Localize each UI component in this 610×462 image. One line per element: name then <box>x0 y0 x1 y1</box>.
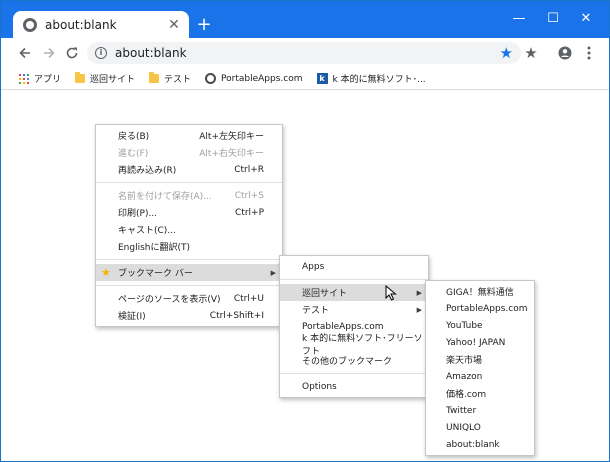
bookmark-apps[interactable]: アプリ <box>19 72 61 85</box>
folder-icon <box>75 72 86 83</box>
menu-item-translate[interactable]: Englishに翻訳(T) <box>96 238 282 255</box>
bookmark-folder-patrol[interactable]: 巡回サイト <box>75 72 135 85</box>
account-icon <box>558 46 572 60</box>
site-item[interactable]: Amazon <box>426 368 534 385</box>
tab-title: about:blank <box>45 17 117 32</box>
maximize-button[interactable]: ☐ <box>538 9 568 29</box>
site-item[interactable]: UNIQLO <box>426 419 534 436</box>
browser-window: about:blank ✕ + — ☐ ✕ i about:blank ★ ★ <box>0 0 610 462</box>
patrol-sites-submenu: GIGA！無料通信 PortableApps.com YouTube Yahoo… <box>425 280 535 456</box>
reload-icon <box>66 47 78 59</box>
menu-item-back[interactable]: 戻る(B) Alt+左矢印キー <box>96 127 282 144</box>
site-item[interactable]: 楽天市場 <box>426 351 534 368</box>
profile-button[interactable] <box>555 43 575 63</box>
info-icon[interactable]: i <box>95 47 107 59</box>
portableapps-icon <box>205 73 217 84</box>
bookmark-label: テスト <box>164 75 192 85</box>
forward-arrow-icon <box>44 47 55 59</box>
menu-item-print[interactable]: 印刷(P)... Ctrl+P <box>96 204 282 221</box>
menu-separator <box>96 182 282 183</box>
title-bar: about:blank ✕ + — ☐ ✕ <box>1 1 609 38</box>
submenu-arrow-icon: ▶ <box>416 288 422 297</box>
tab-about-blank[interactable]: about:blank ✕ <box>13 11 189 38</box>
url-text[interactable]: about:blank <box>115 46 500 60</box>
close-window-button[interactable]: ✕ <box>571 9 601 29</box>
back-arrow-icon <box>19 47 30 59</box>
menu-separator <box>280 279 428 280</box>
submenu-arrow-icon: ▶ <box>416 305 422 314</box>
minimize-button[interactable]: — <box>504 9 534 29</box>
bookmark-label: アプリ <box>34 75 62 85</box>
menu-item-bookmark-bar[interactable]: ★ ブックマーク バー ▶ <box>96 264 282 281</box>
site-item[interactable]: Twitter <box>426 402 534 419</box>
folder-icon <box>149 72 160 83</box>
submenu-item-other-bookmarks[interactable]: その他のブックマーク <box>280 352 428 369</box>
new-tab-button[interactable]: + <box>195 16 213 34</box>
menu-separator <box>280 373 428 374</box>
globe-icon <box>23 17 37 32</box>
tab-close-icon[interactable]: ✕ <box>165 16 183 34</box>
menu-button[interactable] <box>579 43 599 63</box>
submenu-item-test[interactable]: テスト ▶ <box>280 301 428 318</box>
menu-item-save-as[interactable]: 名前を付けて保存(A)... Ctrl+S <box>96 187 282 204</box>
menu-item-cast[interactable]: キャスト(C)... <box>96 221 282 238</box>
submenu-item-apps[interactable]: Apps <box>280 258 428 275</box>
site-item[interactable]: GIGA！無料通信 <box>426 283 534 300</box>
star-icon: ★ <box>101 266 111 279</box>
k-icon: k <box>316 73 328 84</box>
menu-separator <box>96 285 282 286</box>
apps-grid-icon <box>19 73 29 84</box>
reload-button[interactable] <box>62 43 82 63</box>
menu-item-forward[interactable]: 進む(F) Alt+右矢印キー <box>96 144 282 161</box>
submenu-arrow-icon: ▶ <box>270 268 276 277</box>
menu-item-inspect[interactable]: 検証(I) Ctrl+Shift+I <box>96 307 282 324</box>
bookmark-star-icon[interactable]: ★ <box>500 44 513 62</box>
extension-star-button[interactable]: ★ <box>521 43 541 63</box>
more-vert-icon <box>587 46 591 60</box>
bookmark-k-soft[interactable]: k k 本的に無料ソフト･... <box>316 72 426 85</box>
bookmark-portableapps[interactable]: PortableApps.com <box>205 73 303 84</box>
bookmark-label: PortableApps.com <box>221 73 303 84</box>
menu-item-view-source[interactable]: ページのソースを表示(V) Ctrl+U <box>96 290 282 307</box>
submenu-item-k-soft[interactable]: k 本的に無料ソフト･フリーソフト <box>280 334 428 357</box>
bookmark-bar-submenu: Apps 巡回サイト ▶ テスト ▶ PortableApps.com k 本的… <box>279 255 429 398</box>
submenu-item-options[interactable]: Options <box>280 378 428 395</box>
site-item[interactable]: PortableApps.com <box>426 300 534 317</box>
context-menu: 戻る(B) Alt+左矢印キー 進む(F) Alt+右矢印キー 再読み込み(R)… <box>95 124 283 327</box>
star-icon: ★ <box>524 44 538 62</box>
site-item[interactable]: 価格.com <box>426 385 534 402</box>
forward-button[interactable] <box>39 43 59 63</box>
menu-item-reload[interactable]: 再読み込み(R) Ctrl+R <box>96 161 282 178</box>
menu-separator <box>96 259 282 260</box>
mouse-cursor-icon <box>385 285 397 301</box>
bookmark-label: k 本的に無料ソフト･... <box>332 75 426 85</box>
site-item[interactable]: about:blank <box>426 436 534 453</box>
site-item[interactable]: YouTube <box>426 317 534 334</box>
site-item[interactable]: Yahoo! JAPAN <box>426 334 534 351</box>
bookmarks-bar: アプリ 巡回サイト テスト PortableApps.com k k 本的に無料… <box>1 68 609 90</box>
back-button[interactable] <box>15 43 35 63</box>
submenu-item-patrol[interactable]: 巡回サイト ▶ <box>280 284 428 301</box>
bookmark-label: 巡回サイト <box>90 75 136 85</box>
bookmark-folder-test[interactable]: テスト <box>149 72 191 85</box>
address-bar[interactable]: i about:blank ★ <box>87 42 521 64</box>
toolbar: i about:blank ★ ★ <box>1 38 609 68</box>
